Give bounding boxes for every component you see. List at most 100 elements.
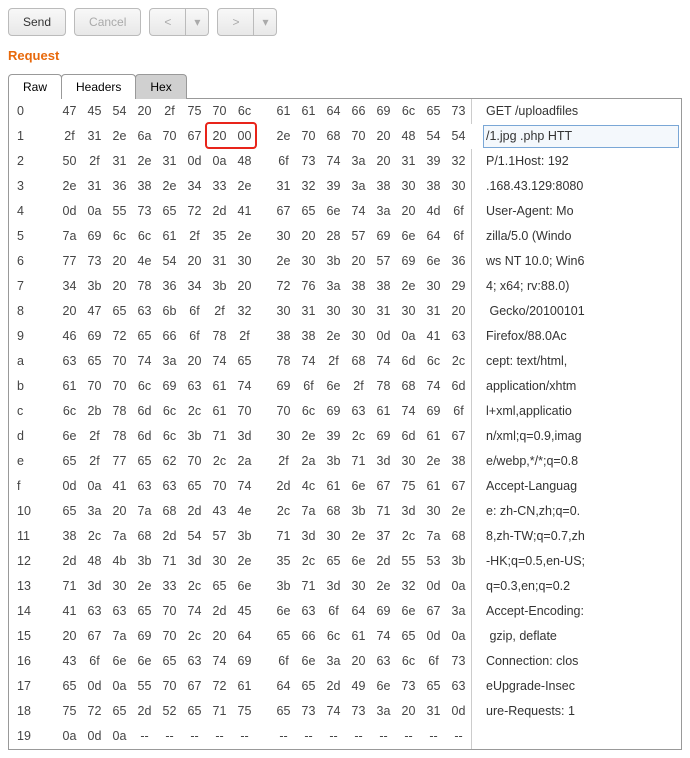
hex-byte[interactable]: 36 <box>107 174 132 199</box>
hex-byte[interactable]: 2f <box>82 149 107 174</box>
hex-byte[interactable]: 34 <box>57 274 82 299</box>
hex-byte[interactable]: 3a <box>157 349 182 374</box>
hex-byte[interactable]: 2a <box>232 449 257 474</box>
hex-byte[interactable]: 0a <box>107 724 132 749</box>
hex-byte[interactable]: 45 <box>82 99 107 124</box>
hex-byte[interactable]: 6e <box>271 599 296 624</box>
hex-byte[interactable]: 2d <box>271 474 296 499</box>
forward-dropdown[interactable]: ▾ <box>254 8 277 36</box>
hex-byte[interactable]: 2f <box>232 324 257 349</box>
hex-byte[interactable]: 38 <box>421 174 446 199</box>
ascii-cell[interactable]: gzip, deflate <box>471 624 681 649</box>
hex-byte[interactable]: 70 <box>157 674 182 699</box>
hex-byte[interactable]: 6f <box>182 324 207 349</box>
ascii-cell[interactable]: GET /uploadfiles <box>471 99 681 124</box>
hex-byte[interactable]: 54 <box>157 249 182 274</box>
hex-byte[interactable]: 6e <box>396 224 421 249</box>
hex-byte[interactable]: 30 <box>207 549 232 574</box>
hex-byte[interactable]: -- <box>132 724 157 749</box>
hex-byte[interactable]: 64 <box>346 599 371 624</box>
hex-byte[interactable]: 78 <box>371 374 396 399</box>
hex-byte[interactable]: 30 <box>346 324 371 349</box>
hex-byte[interactable]: 3b <box>232 524 257 549</box>
hex-byte[interactable]: 3b <box>207 274 232 299</box>
hex-byte[interactable]: 20 <box>396 199 421 224</box>
hex-byte[interactable]: 74 <box>182 599 207 624</box>
hex-byte[interactable]: 20 <box>296 224 321 249</box>
hex-byte[interactable]: 2e <box>421 449 446 474</box>
hex-byte[interactable]: 30 <box>396 299 421 324</box>
hex-row[interactable]: c6c2b786d6c2c6170706c69636174696fl+xml,a… <box>9 399 681 424</box>
hex-byte[interactable]: 61 <box>421 424 446 449</box>
hex-byte[interactable]: 78 <box>132 274 157 299</box>
hex-byte[interactable]: 72 <box>82 699 107 724</box>
tab-raw[interactable]: Raw <box>8 74 62 99</box>
hex-byte[interactable]: 2d <box>182 499 207 524</box>
ascii-cell[interactable]: Gecko/20100101 <box>471 299 681 324</box>
hex-byte[interactable]: 2e <box>346 524 371 549</box>
hex-byte[interactable]: 0a <box>82 199 107 224</box>
hex-byte[interactable]: 61 <box>207 374 232 399</box>
ascii-cell[interactable]: Accept-Languag <box>471 474 681 499</box>
hex-byte[interactable]: 30 <box>396 174 421 199</box>
hex-byte[interactable]: 0d <box>57 199 82 224</box>
hex-byte[interactable]: 3d <box>321 574 346 599</box>
hex-byte[interactable]: 2b <box>82 399 107 424</box>
hex-byte[interactable]: 6f <box>182 299 207 324</box>
hex-byte[interactable]: -- <box>271 724 296 749</box>
hex-byte[interactable]: 74 <box>371 349 396 374</box>
hex-byte[interactable]: 2f <box>321 349 346 374</box>
hex-byte[interactable]: 6d <box>396 424 421 449</box>
hex-byte[interactable]: 68 <box>446 524 471 549</box>
hex-byte[interactable]: 70 <box>232 399 257 424</box>
hex-row[interactable]: 2502f312e310d0a486f73743a20313932P/1.1Ho… <box>9 149 681 174</box>
hex-byte[interactable]: 63 <box>346 399 371 424</box>
hex-row[interactable]: 13713d302e332c656e3b713d302e320d0aq=0.3,… <box>9 574 681 599</box>
hex-byte[interactable]: 67 <box>82 624 107 649</box>
ascii-cell[interactable]: .168.43.129:8080 <box>471 174 681 199</box>
hex-byte[interactable]: 63 <box>57 349 82 374</box>
hex-byte[interactable]: 20 <box>346 249 371 274</box>
ascii-cell[interactable]: -HK;q=0.5,en-US; <box>471 549 681 574</box>
hex-byte[interactable]: -- <box>157 724 182 749</box>
hex-byte[interactable]: 36 <box>157 274 182 299</box>
hex-byte[interactable]: 6c <box>57 399 82 424</box>
hex-byte[interactable]: 3a <box>346 174 371 199</box>
hex-byte[interactable]: 48 <box>82 549 107 574</box>
hex-byte[interactable]: 2d <box>371 549 396 574</box>
hex-row[interactable]: b6170706c69636174696f6e2f7868746dapplica… <box>9 374 681 399</box>
hex-byte[interactable]: 65 <box>82 349 107 374</box>
hex-byte[interactable]: 54 <box>421 124 446 149</box>
hex-byte[interactable]: 4c <box>296 474 321 499</box>
hex-byte[interactable]: 49 <box>346 674 371 699</box>
hex-byte[interactable]: 78 <box>271 349 296 374</box>
hex-row[interactable]: 67773204e542031302e303b2057696e36ws NT 1… <box>9 249 681 274</box>
hex-byte[interactable]: 77 <box>57 249 82 274</box>
hex-byte[interactable]: 70 <box>271 399 296 424</box>
hex-byte[interactable]: 0d <box>182 149 207 174</box>
hex-row[interactable]: d6e2f786d6c3b713d302e392c696d6167n/xml;q… <box>9 424 681 449</box>
hex-byte[interactable]: 6c <box>296 399 321 424</box>
hex-byte[interactable]: 2e <box>57 174 82 199</box>
hex-byte[interactable]: 0d <box>371 324 396 349</box>
hex-byte[interactable]: 20 <box>132 99 157 124</box>
hex-byte[interactable]: 30 <box>271 224 296 249</box>
hex-byte[interactable]: 70 <box>296 124 321 149</box>
hex-byte[interactable]: 70 <box>82 374 107 399</box>
hex-byte[interactable]: 6e <box>421 249 446 274</box>
hex-byte[interactable]: 6e <box>321 199 346 224</box>
hex-byte[interactable]: 0d <box>421 624 446 649</box>
hex-byte[interactable]: 2c <box>396 524 421 549</box>
hex-byte[interactable]: 71 <box>57 574 82 599</box>
tab-headers[interactable]: Headers <box>61 74 136 99</box>
hex-row[interactable]: 946697265666f782f38382e300d0a4163Firefox… <box>9 324 681 349</box>
hex-row[interactable]: 122d484b3b713d302e352c656e2d55533b-HK;q=… <box>9 549 681 574</box>
hex-byte[interactable]: 2e <box>371 574 396 599</box>
hex-byte[interactable]: 38 <box>371 174 396 199</box>
hex-row[interactable]: 0474554202f75706c61616466696c6573GET /up… <box>9 99 681 124</box>
hex-byte[interactable]: 61 <box>296 99 321 124</box>
hex-byte[interactable]: 71 <box>207 424 232 449</box>
hex-byte[interactable]: 6f <box>271 149 296 174</box>
hex-byte[interactable]: 69 <box>371 99 396 124</box>
hex-row[interactable]: 17650d0a557067726164652d496e736563eUpgra… <box>9 674 681 699</box>
